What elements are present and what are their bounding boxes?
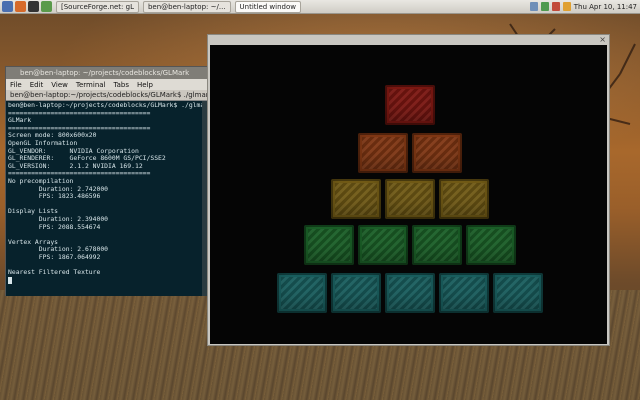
rendered-cube xyxy=(385,273,435,313)
gl-window[interactable]: × xyxy=(207,34,610,346)
rendered-cube xyxy=(331,273,381,313)
rendered-cube xyxy=(385,85,435,125)
taskbar-item-terminal[interactable]: ben@ben-laptop: ~/... xyxy=(142,0,231,13)
terminal-title: ben@ben-laptop: ~/projects/codeblocks/GL… xyxy=(20,69,190,77)
terminal-tab[interactable]: ben@ben-laptop:~/projects/codeblocks/GLM… xyxy=(6,90,207,101)
menu-edit[interactable]: Edit xyxy=(30,81,44,89)
update-icon[interactable] xyxy=(562,2,571,11)
taskbar-item-label: [SourceForge.net: gL xyxy=(61,2,134,11)
mail-launcher-icon[interactable] xyxy=(41,1,52,12)
taskbar-item-label: ben@ben-laptop: ~/... xyxy=(147,2,226,11)
menu-tabs[interactable]: Tabs xyxy=(114,81,130,89)
menu-file[interactable]: File xyxy=(10,81,22,89)
terminal-window[interactable]: ben@ben-laptop: ~/projects/codeblocks/GL… xyxy=(5,66,208,296)
rendered-cube xyxy=(439,273,489,313)
terminal-output[interactable]: ben@ben-laptop:~/projects/codeblocks/GLM… xyxy=(6,101,207,296)
rendered-cube xyxy=(493,273,543,313)
system-tray: Thu Apr 10, 11:47 xyxy=(529,2,640,11)
terminal-tab-label: ben@ben-laptop:~/projects/codeblocks/GLM… xyxy=(10,91,207,99)
rendered-cube xyxy=(304,225,354,265)
volume-icon[interactable] xyxy=(551,2,560,11)
terminal-menubar: File Edit View Terminal Tabs Help xyxy=(6,79,207,90)
terminal-titlebar[interactable]: ben@ben-laptop: ~/projects/codeblocks/GL… xyxy=(6,67,207,79)
rendered-cube xyxy=(439,179,489,219)
terminal-cursor xyxy=(8,276,12,284)
rendered-cube xyxy=(277,273,327,313)
menu-view[interactable]: View xyxy=(51,81,68,89)
terminal-line: FPS: 1823.486596 xyxy=(8,192,101,201)
applications-menu-icon[interactable] xyxy=(2,1,13,12)
rendered-cube xyxy=(358,133,408,173)
browser-launcher-icon[interactable] xyxy=(15,1,26,12)
menu-terminal[interactable]: Terminal xyxy=(76,81,106,89)
rendered-cube xyxy=(358,225,408,265)
taskbar-item-untitled-window[interactable]: Untitled window xyxy=(234,0,301,13)
gl-titlebar[interactable]: × xyxy=(208,35,609,45)
panel-clock[interactable]: Thu Apr 10, 11:47 xyxy=(574,3,637,11)
top-panel: [SourceForge.net: gL ben@ben-laptop: ~/.… xyxy=(0,0,640,14)
rendered-cube xyxy=(412,133,462,173)
close-icon[interactable]: × xyxy=(599,36,606,44)
terminal-line: ===================================== xyxy=(8,108,151,117)
gl-render-canvas xyxy=(210,45,607,344)
rendered-cube xyxy=(466,225,516,265)
rendered-cube xyxy=(385,179,435,219)
rendered-cube xyxy=(331,179,381,219)
rendered-cube xyxy=(412,225,462,265)
taskbar-item-label: Untitled window xyxy=(239,2,296,11)
taskbar-item-sourceforge[interactable]: [SourceForge.net: gL xyxy=(56,0,139,13)
terminal-line: FPS: 2088.554674 xyxy=(8,222,101,231)
terminal-launcher-icon[interactable] xyxy=(28,1,39,12)
battery-icon[interactable] xyxy=(540,2,549,11)
terminal-line: FPS: 1867.064992 xyxy=(8,252,101,261)
network-icon[interactable] xyxy=(529,2,538,11)
terminal-line: Nearest Filtered Texture xyxy=(8,268,101,277)
menu-help[interactable]: Help xyxy=(137,81,153,89)
